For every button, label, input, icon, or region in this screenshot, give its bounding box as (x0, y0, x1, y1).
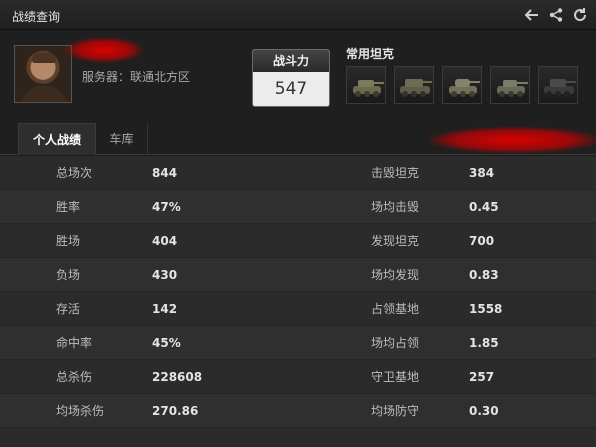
redacted-content (430, 127, 596, 153)
stat-label: 存活 (56, 302, 81, 316)
tab-garage[interactable]: 车库 (96, 123, 148, 155)
share-icon[interactable] (546, 5, 566, 25)
server-value: 联通北方区 (130, 70, 191, 84)
stat-label: 胜场 (56, 234, 81, 248)
favorite-tanks-list (346, 66, 578, 104)
stats-row: 命中率 45% 场均占领 1.85 (0, 326, 596, 360)
stats-row: 总场次 844 击毁坦克 384 (0, 156, 596, 190)
stat-label: 总杀伤 (56, 370, 93, 384)
stat-label: 场均击毁 (371, 200, 420, 214)
stat-label: 胜率 (56, 200, 81, 214)
avatar-shoulders (21, 86, 67, 102)
stats-row: 总杀伤 228608 守卫基地 257 (0, 360, 596, 394)
tab-personal-record[interactable]: 个人战绩 (18, 123, 96, 155)
stat-value: 45% (152, 336, 181, 350)
stat-label: 总场次 (56, 166, 93, 180)
combat-power-box: 战斗力 547 (252, 49, 330, 107)
stat-value: 47% (152, 200, 181, 214)
combat-power-label: 战斗力 (253, 50, 329, 72)
stat-value: 0.83 (469, 268, 499, 282)
combat-power-value: 547 (274, 79, 308, 99)
stats-row: 负场 430 场均发现 0.83 (0, 258, 596, 292)
stat-value: 700 (469, 234, 495, 248)
stat-label: 击毁坦克 (371, 166, 420, 180)
stat-label: 守卫基地 (371, 370, 420, 384)
stat-label: 均场防守 (371, 404, 420, 418)
stats-row: 胜率 47% 场均击毁 0.45 (0, 190, 596, 224)
stat-value: 1558 (469, 302, 503, 316)
stats-row: 存活 142 占领基地 1558 (0, 292, 596, 326)
redacted-username (64, 37, 144, 63)
stat-value: 844 (152, 166, 178, 180)
server-info: 服务器：联通北方区 (82, 68, 190, 85)
stat-value: 384 (469, 166, 495, 180)
server-label: 服务器： (82, 70, 131, 84)
stat-value: 0.45 (469, 200, 499, 214)
tab-bar: 个人战绩 车库 (0, 123, 596, 155)
refresh-icon[interactable] (570, 5, 590, 25)
tank-icon[interactable] (394, 66, 434, 104)
stat-value: 430 (152, 268, 178, 282)
stat-value: 270.86 (152, 404, 199, 418)
tank-icon[interactable] (346, 66, 386, 104)
stat-value: 0.30 (469, 404, 499, 418)
avatar-hair (32, 53, 56, 63)
stat-value: 228608 (152, 370, 203, 384)
back-arrow-icon[interactable] (522, 5, 542, 25)
tank-icon[interactable] (538, 66, 578, 104)
stat-label: 命中率 (56, 336, 93, 350)
stats-table: 总场次 844 击毁坦克 384 胜率 47% 场均击毁 0.45 胜场 404… (0, 156, 596, 447)
toolbar (522, 5, 590, 25)
stat-label: 负场 (56, 268, 81, 282)
favorite-tanks-label: 常用坦克 (346, 47, 395, 61)
stats-row: 胜场 404 发现坦克 700 (0, 224, 596, 258)
stat-label: 占领基地 (371, 302, 420, 316)
tank-icon[interactable] (442, 66, 482, 104)
stat-value: 257 (469, 370, 495, 384)
tank-icon[interactable] (490, 66, 530, 104)
window-title: 战绩查询 (12, 10, 61, 24)
title-bar: 战绩查询 (0, 0, 596, 30)
stat-value: 404 (152, 234, 178, 248)
stat-value: 142 (152, 302, 178, 316)
stat-value: 1.85 (469, 336, 499, 350)
stat-label: 场均发现 (371, 268, 420, 282)
stats-row: 均场杀伤 270.86 均场防守 0.30 (0, 394, 596, 428)
profile-card: 服务器：联通北方区 战斗力 547 常用坦克 (0, 31, 596, 123)
stat-label: 发现坦克 (371, 234, 420, 248)
stat-label: 均场杀伤 (56, 404, 105, 418)
stat-label: 场均占领 (371, 336, 420, 350)
